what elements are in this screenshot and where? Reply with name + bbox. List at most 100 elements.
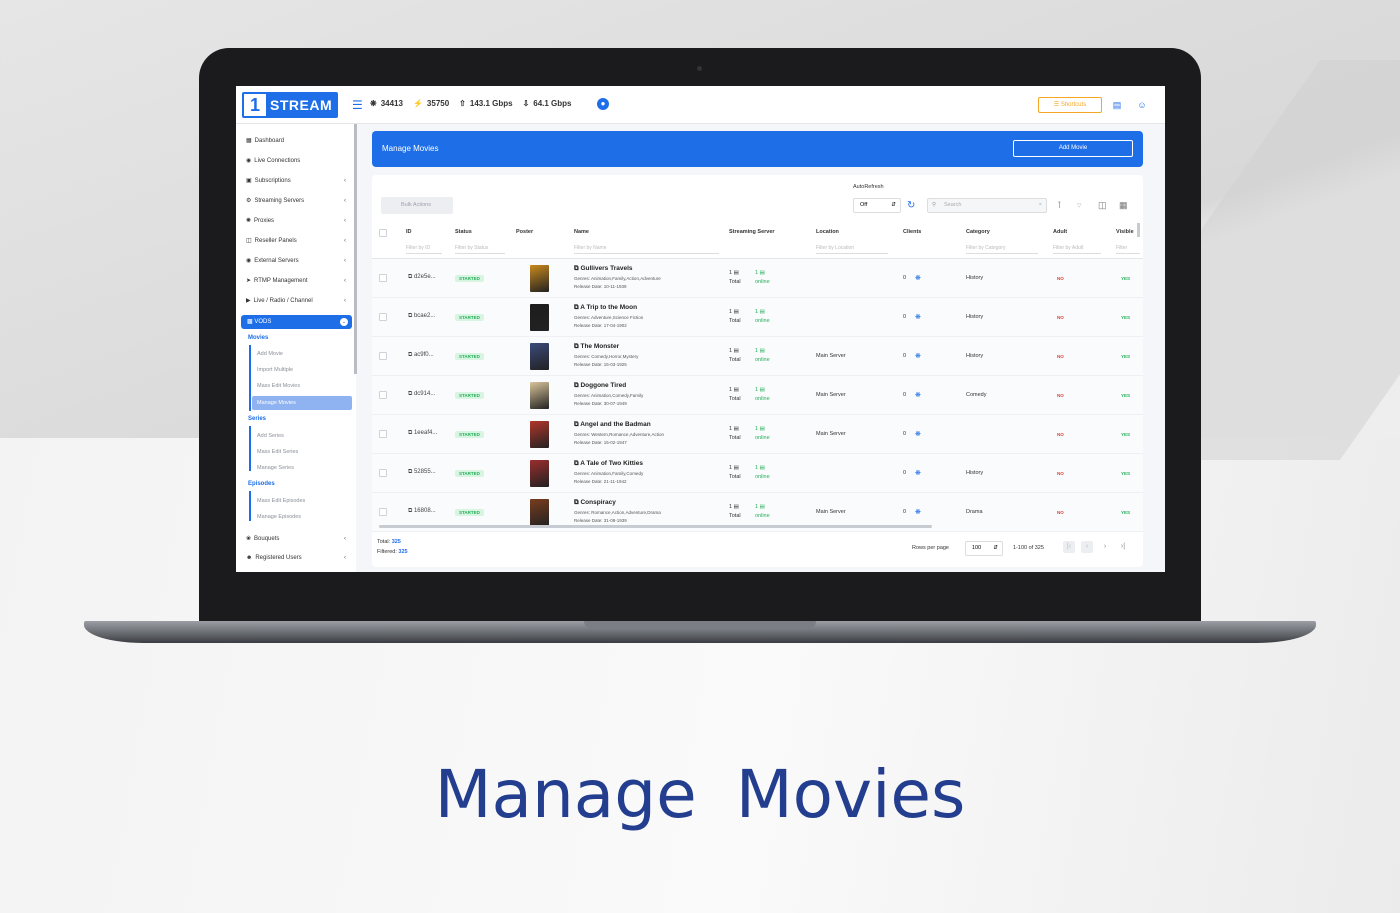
row-id[interactable]: ⧉ ac9f0... (408, 352, 434, 359)
sidebar-item-streaming-servers[interactable]: ⚙ Streaming Servers ‹ (246, 197, 346, 205)
network-icon[interactable]: ❋ (915, 430, 921, 438)
filter-location-input[interactable]: Filter by Location (816, 245, 888, 254)
row-checkbox[interactable] (379, 469, 387, 477)
movie-name[interactable]: ⧉ A Trip to the Moon (574, 304, 637, 312)
globe-icon[interactable]: ● (597, 98, 609, 110)
clear-icon[interactable]: × (1039, 199, 1042, 212)
row-checkbox[interactable] (379, 274, 387, 282)
column-clients[interactable]: Clients (903, 229, 921, 235)
columns-icon[interactable]: ◫ (1098, 200, 1107, 211)
column-visible[interactable]: Visible (1116, 229, 1134, 235)
poster-image[interactable] (530, 304, 549, 331)
copy-icon[interactable]: ⧉ (408, 313, 412, 319)
sidebar-group-movies[interactable]: Movies (248, 335, 268, 341)
copy-icon[interactable]: ⧉ (574, 499, 579, 506)
filter-status-input[interactable]: Filter by Status (455, 245, 505, 254)
column-poster[interactable]: Poster (516, 229, 533, 235)
movie-name[interactable]: ⧉ The Monster (574, 343, 619, 351)
chat-icon[interactable]: ▤ (1109, 97, 1125, 113)
menu-icon[interactable]: ☰ (352, 98, 363, 112)
sidebar-item-live-radio-channel[interactable]: ▶ Live / Radio / Channel ‹ (246, 297, 346, 305)
row-id[interactable]: ⧉ d2e5e... (408, 274, 436, 281)
copy-icon[interactable]: ⧉ (574, 421, 579, 428)
logo[interactable]: 1 STREAM (242, 92, 338, 118)
filter-adult-input[interactable]: Filter by Adult (1053, 245, 1101, 254)
sidebar-item-add-movie[interactable]: Add Movie (257, 351, 283, 357)
sidebar-item-manage-movies[interactable]: Manage Movies (252, 396, 352, 410)
movie-name[interactable]: ⧉ Gullivers Travels (574, 265, 633, 273)
poster-image[interactable] (530, 499, 549, 526)
table-row[interactable]: ⧉ d2e5e... STARTED ⧉ Gullivers Travels Genr… (372, 259, 1143, 298)
sidebar-item-manage-episodes[interactable]: Manage Episodes (257, 514, 301, 520)
sidebar-item-mass-edit-episodes[interactable]: Mass Edit Episodes (257, 498, 305, 504)
sidebar-group-episodes[interactable]: Episodes (248, 481, 275, 487)
row-id[interactable]: ⧉ 16808... (408, 508, 436, 515)
previous-page-icon[interactable]: ‹ (1081, 541, 1093, 553)
movie-name[interactable]: ⧉ Conspiracy (574, 499, 616, 507)
column-streaming-server[interactable]: Streaming Server (729, 229, 775, 235)
filter-id-input[interactable]: Filter by ID (406, 245, 442, 254)
refresh-icon[interactable]: ↻ (907, 200, 915, 211)
column-status[interactable]: Status (455, 229, 472, 235)
first-page-icon[interactable]: |‹ (1063, 541, 1075, 553)
row-checkbox[interactable] (379, 508, 387, 516)
network-icon[interactable]: ❋ (915, 469, 921, 477)
sidebar-item-reseller-panels[interactable]: ◫ Reseller Panels ‹ (246, 237, 346, 245)
row-id[interactable]: ⧉ 1eeaf4... (408, 430, 437, 437)
copy-icon[interactable]: ⧉ (574, 382, 579, 389)
movie-name[interactable]: ⧉ Angel and the Badman (574, 421, 651, 429)
poster-image[interactable] (530, 421, 549, 448)
row-checkbox[interactable] (379, 352, 387, 360)
column-adult[interactable]: Adult (1053, 229, 1067, 235)
sidebar-item-add-series[interactable]: Add Series (257, 433, 284, 439)
user-icon[interactable]: ☺ (1134, 97, 1150, 113)
next-page-icon[interactable]: › (1099, 541, 1111, 553)
table-row[interactable]: ⧉ 52855... STARTED ⧉ A Tale of Two Kitties… (372, 454, 1143, 493)
copy-icon[interactable]: ⧉ (408, 274, 412, 280)
table-row[interactable]: ⧉ 1eeaf4... STARTED ⧉ Angel and the Badman… (372, 415, 1143, 454)
sidebar-group-series[interactable]: Series (248, 416, 266, 422)
filter-category-input[interactable]: Filter by Category (966, 245, 1038, 254)
select-all-checkbox[interactable] (379, 229, 387, 237)
column-category[interactable]: Category (966, 229, 990, 235)
rows-per-page-select[interactable]: 100 ⇵ (965, 541, 1003, 556)
copy-icon[interactable]: ⧉ (574, 343, 579, 350)
copy-icon[interactable]: ⧉ (574, 304, 579, 311)
table-row[interactable]: ⧉ ac9f0... STARTED ⧉ The Monster Genres: Co… (372, 337, 1143, 376)
network-icon[interactable]: ❋ (915, 313, 921, 321)
sidebar-item-rtmp-management[interactable]: ➤ RTMP Management ‹ (246, 277, 346, 285)
filter-visible-input[interactable]: Filter (1116, 245, 1140, 254)
network-icon[interactable]: ❋ (915, 391, 921, 399)
sidebar-item-registered-users[interactable]: ☻ Registered Users ‹ (246, 555, 346, 561)
copy-icon[interactable]: ⧉ (574, 265, 579, 272)
copy-icon[interactable]: ⧉ (408, 352, 412, 358)
row-checkbox[interactable] (379, 391, 387, 399)
network-icon[interactable]: ❋ (915, 352, 921, 360)
filter-icon[interactable]: ▿ (1077, 200, 1082, 211)
poster-image[interactable] (530, 343, 549, 370)
sidebar-item-manage-series[interactable]: Manage Series (257, 465, 294, 471)
sidebar-item-mass-edit-series[interactable]: Mass Edit Series (257, 449, 298, 455)
table-row[interactable]: ⧉ bcae2... STARTED ⧉ A Trip to the Moon Gen… (372, 298, 1143, 337)
table-horizontal-scrollbar[interactable] (379, 525, 932, 528)
table-vertical-scrollbar[interactable] (1137, 223, 1140, 237)
movie-name[interactable]: ⧉ Doggone Tired (574, 382, 626, 390)
poster-image[interactable] (530, 382, 549, 409)
row-id[interactable]: ⧉ dc914... (408, 391, 435, 398)
search-input[interactable]: ⚲ Search × (927, 198, 1047, 213)
shortcuts-button[interactable]: ☰ Shortcuts (1038, 97, 1102, 113)
copy-icon[interactable]: ⧉ (574, 460, 579, 467)
column-location[interactable]: Location (816, 229, 839, 235)
network-icon[interactable]: ❋ (915, 508, 921, 516)
filter-clear-icon[interactable]: ⊺ (1057, 200, 1062, 211)
add-movie-button[interactable]: Add Movie (1013, 140, 1133, 157)
table-row[interactable]: ⧉ dc914... STARTED ⧉ Doggone Tired Genres: … (372, 376, 1143, 415)
row-checkbox[interactable] (379, 313, 387, 321)
copy-icon[interactable]: ⧉ (408, 391, 412, 397)
sidebar-item-import-multiple[interactable]: Import Multiple (257, 367, 293, 373)
column-name[interactable]: Name (574, 229, 589, 235)
sidebar-item-proxies[interactable]: ✺ Proxies ‹ (246, 217, 346, 225)
copy-icon[interactable]: ⧉ (408, 430, 412, 436)
row-checkbox[interactable] (379, 430, 387, 438)
sidebar-item-subscriptions[interactable]: ▣ Subscriptions ‹ (246, 177, 346, 185)
